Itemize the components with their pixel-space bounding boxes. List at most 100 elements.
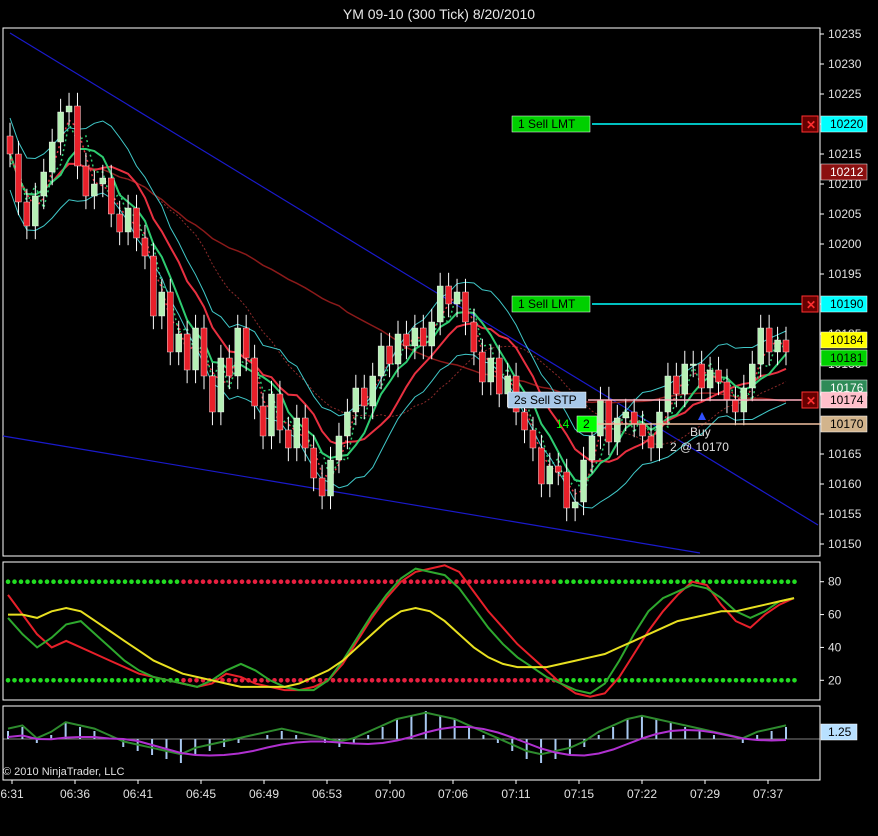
lower-level-dot [733, 677, 739, 683]
lower-level-dot [57, 677, 63, 683]
candle-body [377, 345, 385, 377]
lower-level-dot [525, 677, 531, 683]
candle-body [394, 333, 402, 365]
lower-level-dot [447, 677, 453, 683]
candle-body [361, 387, 368, 407]
lower-level-dot [772, 677, 778, 683]
candle-body [15, 153, 22, 203]
execution-fill: 2 @ 10170 [670, 440, 729, 454]
candle-body [82, 165, 90, 197]
buy-arrow-icon [698, 412, 706, 420]
upper-level-dot [571, 579, 576, 585]
candle-body [91, 183, 98, 197]
lower-level-dot [688, 677, 693, 683]
upper-level-dot [57, 579, 63, 585]
upper-level-dot [155, 579, 160, 585]
lower-level-dot [792, 677, 797, 683]
price-axis-label: 10230 [828, 57, 862, 71]
lower-level-dot [623, 677, 628, 683]
lower-level-dot [707, 677, 713, 683]
upper-level-dot [792, 579, 797, 585]
candle-body [344, 411, 351, 437]
upper-level-dot [18, 579, 24, 585]
candle-body [386, 345, 393, 365]
upper-level-dot [493, 579, 498, 585]
upper-level-dot [304, 579, 310, 585]
candle-body [605, 399, 613, 443]
upper-level-dot [668, 579, 674, 585]
lower-level-dot [5, 677, 11, 683]
lower-level-dot [363, 677, 368, 683]
upper-level-dot [337, 579, 342, 585]
oscillator-line [7, 564, 795, 698]
upper-level-dot [116, 579, 121, 585]
candle-body [242, 327, 250, 359]
upper-level-dot [506, 579, 511, 585]
candle-body [133, 207, 140, 239]
lower-level-dot [116, 677, 121, 683]
candle-body [698, 363, 705, 389]
lower-level-dot [90, 677, 95, 683]
lower-level-dot [441, 677, 446, 683]
lower-level-dot [538, 677, 544, 683]
upper-level-dot [707, 579, 713, 585]
lower-level-dot [499, 677, 505, 683]
upper-level-dot [168, 579, 173, 585]
lower-level-dot [473, 677, 479, 683]
upper-level-dot [499, 579, 505, 585]
price-marker-label: 10212 [830, 165, 864, 179]
lower-level-dot [285, 677, 290, 683]
upper-level-dot [161, 579, 167, 585]
upper-level-dot [636, 579, 641, 585]
price-axis-label: 10155 [828, 507, 862, 521]
lower-level-dot [467, 677, 472, 683]
upper-level-dot [714, 579, 719, 585]
lower-level-dot [103, 677, 108, 683]
upper-level-dot [421, 579, 427, 585]
candle-body [453, 291, 461, 305]
candle-body [445, 285, 452, 305]
candle-body [217, 357, 225, 413]
lower-level-dot [486, 677, 492, 683]
candle-body [462, 291, 469, 323]
price-axis-label: 10200 [828, 237, 862, 251]
lower-level-dot [564, 677, 570, 683]
upper-level-dot [545, 579, 550, 585]
chart-canvas[interactable]: 1015010155101601016510170101751018010185… [0, 0, 878, 836]
lower-level-dot [428, 677, 433, 683]
upper-level-dot [272, 579, 277, 585]
candle-body [175, 333, 182, 353]
upper-level-dot [44, 579, 50, 585]
candle-body [436, 285, 444, 323]
upper-level-dot [298, 579, 303, 585]
upper-level-dot [779, 579, 784, 585]
candle-body [630, 411, 638, 425]
upper-level-dot [5, 579, 11, 585]
candle-body [74, 105, 81, 167]
lower-level-dot [135, 677, 141, 683]
lower-level-dot [226, 677, 232, 683]
upper-level-dot [317, 579, 323, 585]
upper-level-dot [753, 579, 758, 585]
green-dotted-average-line [9, 121, 787, 497]
upper-level-dot [538, 579, 544, 585]
candle-body [318, 477, 326, 497]
candle-body [571, 501, 579, 509]
candle-body [124, 207, 132, 233]
candle-body [757, 327, 764, 365]
time-axis-label: 07:15 [564, 787, 594, 801]
upper-level-dot [363, 579, 368, 585]
lower-level-dot [714, 677, 719, 683]
price-panel-frame [2, 27, 821, 557]
lower-level-dot [376, 677, 381, 683]
candle-body [209, 375, 216, 413]
upper-level-dot [408, 579, 414, 585]
upper-level-dot [311, 579, 316, 585]
upper-level-dot [291, 579, 297, 585]
lower-level-dot [681, 677, 687, 683]
lower-level-dot [291, 677, 297, 683]
upper-level-dot [551, 579, 557, 585]
price-axis-label: 10235 [828, 27, 862, 41]
price-marker-label: 10174 [830, 393, 864, 407]
upper-level-dot [590, 579, 596, 585]
